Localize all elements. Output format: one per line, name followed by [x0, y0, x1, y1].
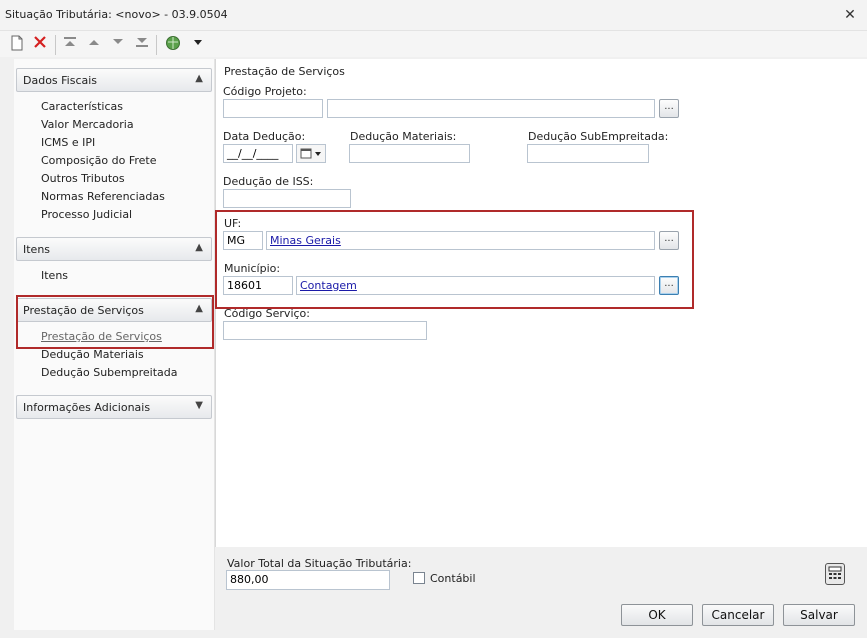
data-deducao-label: Data Dedução:	[223, 130, 306, 143]
chevron-down-icon: ▼	[195, 400, 203, 411]
next-icon[interactable]	[109, 35, 127, 53]
save-button[interactable]: Salvar	[783, 604, 855, 626]
globe-icon[interactable]	[164, 35, 182, 53]
sidebar-item-icms-ipi[interactable]: ICMS e IPI	[41, 136, 95, 149]
deducao-iss-input[interactable]	[223, 189, 351, 208]
data-deducao-input[interactable]: __/__/____	[223, 144, 293, 163]
codigo-projeto-input[interactable]	[223, 99, 323, 118]
group-informacoes-adicionais[interactable]: Informações Adicionais ▼	[16, 395, 212, 419]
sidebar-item-valor-mercadoria[interactable]: Valor Mercadoria	[41, 118, 134, 131]
codigo-projeto-lookup-button[interactable]: ...	[659, 99, 679, 118]
chevron-up-icon: ▲	[195, 73, 203, 84]
toolbar	[0, 31, 867, 57]
sidebar-item-itens[interactable]: Itens	[41, 269, 68, 282]
codigo-servico-input[interactable]	[223, 321, 427, 340]
total-value-field[interactable]: 880,00	[226, 570, 390, 590]
group-label: Itens	[23, 243, 51, 256]
calculator-icon[interactable]	[825, 563, 845, 585]
contabil-label: Contábil	[430, 572, 476, 585]
codigo-projeto-label: Código Projeto:	[223, 85, 307, 98]
group-label: Dados Fiscais	[23, 74, 98, 87]
calendar-icon[interactable]	[296, 144, 326, 163]
section-title: Prestação de Serviços	[224, 65, 345, 78]
dropdown-icon[interactable]	[189, 35, 207, 53]
sidebar-item-normas-referenciadas[interactable]: Normas Referenciadas	[41, 190, 165, 203]
deducao-subempreitada-input[interactable]	[527, 144, 649, 163]
sidebar-item-composicao-frete[interactable]: Composição do Frete	[41, 154, 157, 167]
sidebar-item-caracteristicas[interactable]: Características	[41, 100, 123, 113]
deducao-subempreitada-label: Dedução SubEmpreitada:	[528, 130, 669, 143]
contabil-checkbox[interactable]	[413, 572, 425, 584]
first-icon[interactable]	[61, 35, 79, 53]
deducao-materiais-input[interactable]	[349, 144, 470, 163]
group-label: Informações Adicionais	[23, 401, 151, 414]
cancel-button[interactable]: Cancelar	[702, 604, 774, 626]
sidebar-item-deducao-materiais[interactable]: Dedução Materiais	[41, 348, 144, 361]
title-bar: Situação Tributária: <novo> - 03.9.0504 …	[0, 0, 867, 31]
sidebar-item-processo-judicial[interactable]: Processo Judicial	[41, 208, 132, 221]
close-icon[interactable]: ✕	[840, 6, 860, 24]
group-dados-fiscais[interactable]: Dados Fiscais ▲	[16, 68, 212, 92]
new-icon[interactable]	[8, 35, 26, 53]
deducao-materiais-label: Dedução Materiais:	[350, 130, 457, 143]
codigo-projeto-desc[interactable]	[327, 99, 655, 118]
last-icon[interactable]	[133, 35, 151, 53]
group-itens[interactable]: Itens ▲	[16, 237, 212, 261]
total-label: Valor Total da Situação Tributária:	[227, 557, 412, 570]
delete-icon[interactable]	[31, 35, 49, 53]
sidebar-item-deducao-subempreitada[interactable]: Dedução Subempreitada	[41, 366, 178, 379]
sidebar-item-outros-tributos[interactable]: Outros Tributos	[41, 172, 125, 185]
highlight-box	[16, 295, 214, 349]
ok-button[interactable]: OK	[621, 604, 693, 626]
deducao-iss-label: Dedução de ISS:	[223, 175, 314, 188]
prev-icon[interactable]	[85, 35, 103, 53]
window-title: Situação Tributária: <novo> - 03.9.0504	[5, 8, 228, 21]
footer: Valor Total da Situação Tributária: 880,…	[215, 548, 867, 638]
chevron-up-icon: ▲	[195, 242, 203, 253]
highlight-box	[215, 210, 694, 309]
